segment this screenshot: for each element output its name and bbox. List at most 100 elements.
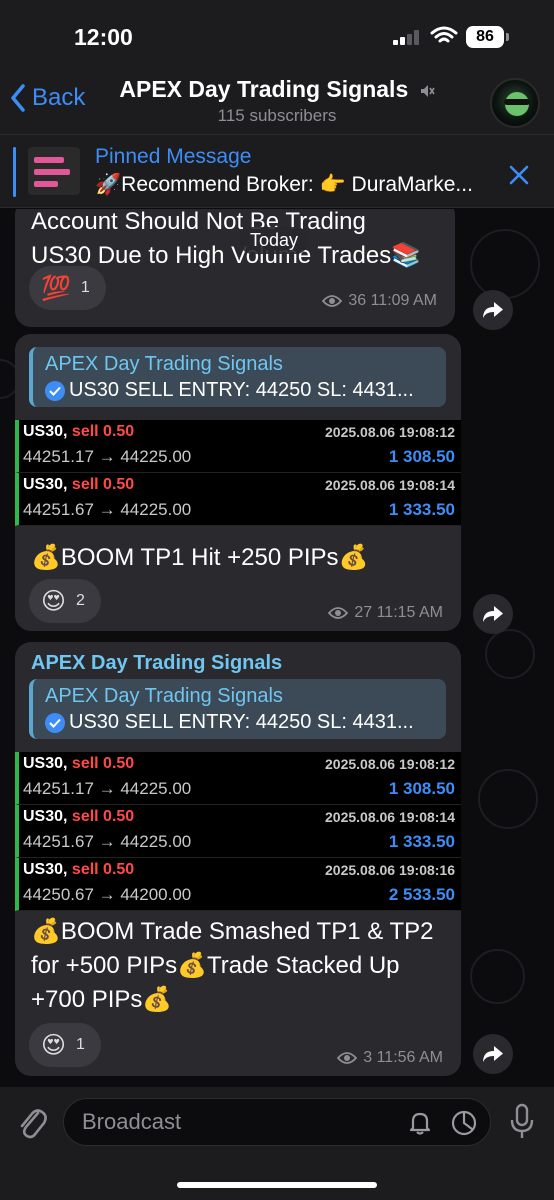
pinned-text: 🚀Recommend Broker: 👉 DuraMarke... (95, 173, 473, 196)
trade-symbol: US30, (23, 476, 68, 493)
share-button[interactable] (473, 290, 513, 330)
eye-icon (322, 295, 343, 307)
quote-snippet: US30 SELL ENTRY: 44250 SL: 4431... (69, 711, 414, 733)
share-arrow-icon (483, 302, 503, 318)
trade-side: sell 0.50 (71, 861, 135, 878)
quoted-message[interactable]: APEX Day Trading Signals US30 SELL ENTRY… (29, 679, 446, 739)
reaction-emoji: 😍 (41, 587, 67, 615)
message-text-line: Account Should Not Be Trading (31, 209, 366, 235)
verified-icon (45, 380, 65, 401)
message-bubble[interactable]: APEX Day Trading Signals APEX Day Tradin… (15, 642, 461, 1076)
share-arrow-icon (483, 606, 503, 622)
trade-row: US30, sell 0.50 2025.08.06 19:08:14 4425… (15, 805, 461, 858)
background-doodle (470, 229, 540, 299)
trade-symbol: US30, (23, 808, 68, 825)
quoted-message[interactable]: APEX Day Trading Signals US30 SELL ENTRY… (29, 347, 446, 407)
trade-profit: 2 533.50 (388, 885, 455, 904)
share-button[interactable] (473, 1034, 513, 1074)
chat-header: Back APEX Day Trading Signals 115 subscr… (0, 70, 554, 134)
reaction-chip[interactable]: 💯 1 (29, 266, 106, 310)
reaction-chip[interactable]: 😍 2 (29, 579, 101, 623)
trade-row: US30, sell 0.50 2025.08.06 19:08:14 4425… (15, 473, 461, 526)
date-chip: Today (240, 227, 309, 254)
trade-row: US30, sell 0.50 2025.08.06 19:08:16 4425… (15, 858, 461, 911)
message-text-line: for +500 PIPs💰Trade Stacked Up (31, 952, 400, 979)
reaction-chip[interactable]: 😍 1 (29, 1023, 101, 1067)
trade-symbol: US30, (23, 423, 68, 440)
cellular-signal-icon (393, 29, 423, 45)
close-icon[interactable] (508, 162, 530, 193)
message-sender[interactable]: APEX Day Trading Signals (31, 652, 282, 675)
microphone-icon[interactable] (508, 1103, 536, 1143)
message-time: 11:15 AM (376, 604, 443, 621)
trade-profit: 1 333.50 (388, 500, 455, 519)
background-doodle (478, 769, 538, 829)
trade-row: US30, sell 0.50 2025.08.06 19:08:12 4425… (15, 420, 461, 473)
muted-speaker-icon (420, 84, 435, 97)
trade-profit: 1 308.50 (388, 779, 455, 798)
trade-profit: 1 308.50 (388, 447, 455, 466)
quote-title: APEX Day Trading Signals (45, 353, 283, 375)
trade-prices: 44251.67 → 44225.00 (23, 832, 192, 851)
message-meta: 36 11:09 AM (322, 292, 437, 310)
share-arrow-icon (483, 1046, 503, 1062)
message-meta: 27 11:15 AM (328, 604, 443, 622)
battery-tip (506, 33, 509, 41)
trade-prices: 44251.17 → 44225.00 (23, 779, 192, 798)
pinned-title: Pinned Message (95, 145, 252, 168)
eye-icon (328, 607, 349, 619)
broadcast-input[interactable] (82, 1099, 382, 1145)
home-indicator (177, 1182, 377, 1188)
quote-text: US30 SELL ENTRY: 44250 SL: 4431... (45, 379, 414, 402)
trade-side: sell 0.50 (71, 476, 135, 493)
timer-icon[interactable] (450, 1109, 478, 1137)
background-doodle (485, 629, 535, 679)
status-bar: 12:00 86 (0, 0, 554, 70)
reaction-emoji: 😍 (41, 1031, 67, 1059)
verified-icon (45, 712, 65, 733)
quote-title: APEX Day Trading Signals (45, 685, 283, 707)
reaction-count: 1 (76, 1036, 85, 1053)
message-text-line: 💰BOOM Trade Smashed TP1 & TP2 (31, 918, 434, 945)
trade-side: sell 0.50 (71, 808, 135, 825)
share-button[interactable] (473, 594, 513, 634)
trade-date: 2025.08.06 19:08:12 (325, 756, 455, 772)
message-bubble[interactable]: Account Should Not Be Trading US30 Due t… (15, 209, 455, 327)
message-list[interactable]: Account Should Not Be Trading US30 Due t… (0, 209, 554, 1087)
trade-date: 2025.08.06 19:08:16 (325, 862, 455, 878)
quote-snippet: US30 SELL ENTRY: 44250 SL: 4431... (69, 379, 414, 401)
view-count: 36 (348, 292, 367, 309)
wifi-icon (430, 26, 458, 43)
trade-profit: 1 333.50 (388, 832, 455, 851)
message-field[interactable] (63, 1098, 491, 1146)
trade-row: US30, sell 0.50 2025.08.06 19:08:12 4425… (15, 752, 461, 805)
trade-prices: 44251.67 → 44225.00 (23, 500, 192, 519)
channel-title[interactable]: APEX Day Trading Signals (0, 76, 554, 103)
message-time: 11:56 AM (376, 1049, 443, 1066)
background-doodle (470, 949, 525, 1004)
trade-screenshot[interactable]: US30, sell 0.50 2025.08.06 19:08:12 4425… (15, 420, 461, 526)
eye-icon (337, 1052, 358, 1064)
trade-prices: 44251.17 → 44225.00 (23, 447, 192, 466)
quote-text: US30 SELL ENTRY: 44250 SL: 4431... (45, 711, 414, 734)
pinned-message-bar[interactable]: Pinned Message 🚀Recommend Broker: 👉 Dura… (0, 134, 554, 208)
trade-screenshot[interactable]: US30, sell 0.50 2025.08.06 19:08:12 4425… (15, 752, 461, 911)
pin-accent-line (13, 147, 16, 197)
trade-symbol: US30, (23, 755, 68, 772)
trade-side: sell 0.50 (71, 423, 135, 440)
battery-indicator: 86 (466, 26, 504, 48)
trade-prices: 44250.67 → 44200.00 (23, 885, 192, 904)
channel-name: APEX Day Trading Signals (119, 76, 409, 102)
trade-date: 2025.08.06 19:08:14 (325, 477, 455, 493)
paperclip-icon[interactable] (16, 1103, 48, 1143)
message-text: 💰BOOM TP1 Hit +250 PIPs💰 (31, 544, 369, 571)
view-count: 27 (354, 604, 373, 621)
subscriber-count: 115 subscribers (217, 106, 337, 125)
trade-side: sell 0.50 (71, 755, 135, 772)
reaction-emoji: 💯 (41, 274, 71, 302)
channel-avatar[interactable] (490, 78, 540, 128)
bell-icon[interactable] (406, 1109, 434, 1137)
reaction-count: 1 (80, 279, 90, 296)
status-time: 12:00 (74, 24, 133, 50)
message-bubble[interactable]: APEX Day Trading Signals US30 SELL ENTRY… (15, 334, 461, 631)
